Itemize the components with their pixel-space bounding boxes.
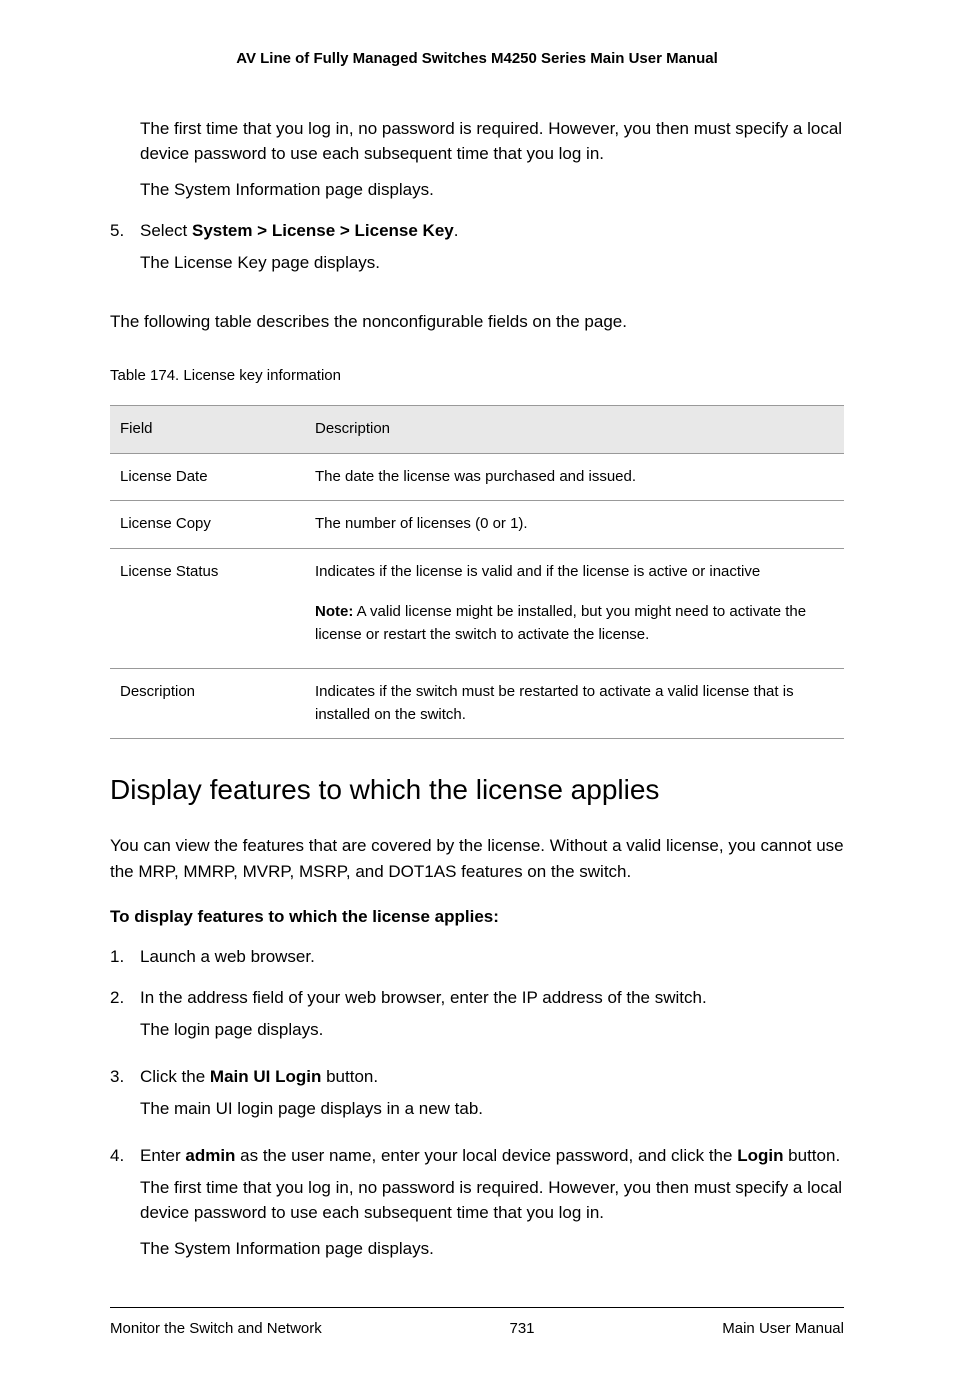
ui-button-name: Main UI Login <box>210 1067 321 1086</box>
step-number: 5. <box>110 218 140 281</box>
step-note: The first time that you log in, no passw… <box>140 1175 844 1226</box>
page-header-title: AV Line of Fully Managed Switches M4250 … <box>110 48 844 71</box>
cell-field: License Date <box>110 453 305 501</box>
table-row: Description Indicates if the switch must… <box>110 669 844 739</box>
step-5: 5. Select System > License > License Key… <box>110 218 844 281</box>
text-fragment: Select <box>140 221 192 240</box>
cell-description: The number of licenses (0 or 1). <box>305 501 844 549</box>
footer-page-number: 731 <box>510 1318 535 1341</box>
step-number: 2. <box>110 985 140 1048</box>
preamble-paragraph-2: The System Information page displays. <box>140 177 844 203</box>
text-fragment: as the user name, enter your local devic… <box>235 1146 737 1165</box>
col-header-field: Field <box>110 406 305 454</box>
step-instruction: Enter admin as the user name, enter your… <box>140 1143 844 1169</box>
menu-path: System > License > License Key <box>192 221 454 240</box>
preamble-paragraph-1: The first time that you log in, no passw… <box>140 116 844 167</box>
username-value: admin <box>185 1146 235 1165</box>
step-instruction: Launch a web browser. <box>140 944 844 970</box>
text-fragment: Enter <box>140 1146 185 1165</box>
step-number: 1. <box>110 944 140 976</box>
cell-field: License Copy <box>110 501 305 549</box>
ui-button-name: Login <box>737 1146 783 1165</box>
note-label: Note: <box>315 603 353 620</box>
note-block: Note: A valid license might be installed… <box>315 601 834 646</box>
procedure-title: To display features to which the license… <box>110 904 844 930</box>
step-4: 4. Enter admin as the user name, enter y… <box>110 1143 844 1267</box>
table-row: License Copy The number of licenses (0 o… <box>110 501 844 549</box>
text-fragment: Indicates if the license is valid and if… <box>315 563 760 580</box>
page-footer: Monitor the Switch and Network 731 Main … <box>110 1307 844 1341</box>
footer-left: Monitor the Switch and Network <box>110 1318 322 1341</box>
table-row: License Status Indicates if the license … <box>110 548 844 669</box>
text-fragment: button. <box>321 1067 378 1086</box>
step-number: 4. <box>110 1143 140 1267</box>
table-intro: The following table describes the noncon… <box>110 309 844 335</box>
section-heading: Display features to which the license ap… <box>110 769 844 811</box>
step-1: 1. Launch a web browser. <box>110 944 844 976</box>
step-number: 3. <box>110 1064 140 1127</box>
step-result: The login page displays. <box>140 1017 844 1043</box>
text-fragment: Click the <box>140 1067 210 1086</box>
step-result: The License Key page displays. <box>140 250 844 276</box>
step-result: The System Information page displays. <box>140 1236 844 1262</box>
step-instruction: Select System > License > License Key. <box>140 218 844 244</box>
cell-field: License Status <box>110 548 305 669</box>
step-2: 2. In the address field of your web brow… <box>110 985 844 1048</box>
cell-field: Description <box>110 669 305 739</box>
cell-description: Indicates if the license is valid and if… <box>305 548 844 669</box>
note-text: A valid license might be installed, but … <box>315 603 806 643</box>
text-fragment: . <box>454 221 459 240</box>
col-header-description: Description <box>305 406 844 454</box>
license-key-table: Field Description License Date The date … <box>110 405 844 739</box>
step-result: The main UI login page displays in a new… <box>140 1096 844 1122</box>
cell-description: Indicates if the switch must be restarte… <box>305 669 844 739</box>
cell-description: The date the license was purchased and i… <box>305 453 844 501</box>
text-fragment: button. <box>783 1146 840 1165</box>
step-3: 3. Click the Main UI Login button. The m… <box>110 1064 844 1127</box>
step-instruction: In the address field of your web browser… <box>140 985 844 1011</box>
section-intro: You can view the features that are cover… <box>110 833 844 884</box>
step-instruction: Click the Main UI Login button. <box>140 1064 844 1090</box>
table-caption: Table 174. License key information <box>110 365 844 388</box>
footer-right: Main User Manual <box>722 1318 844 1341</box>
table-row: License Date The date the license was pu… <box>110 453 844 501</box>
